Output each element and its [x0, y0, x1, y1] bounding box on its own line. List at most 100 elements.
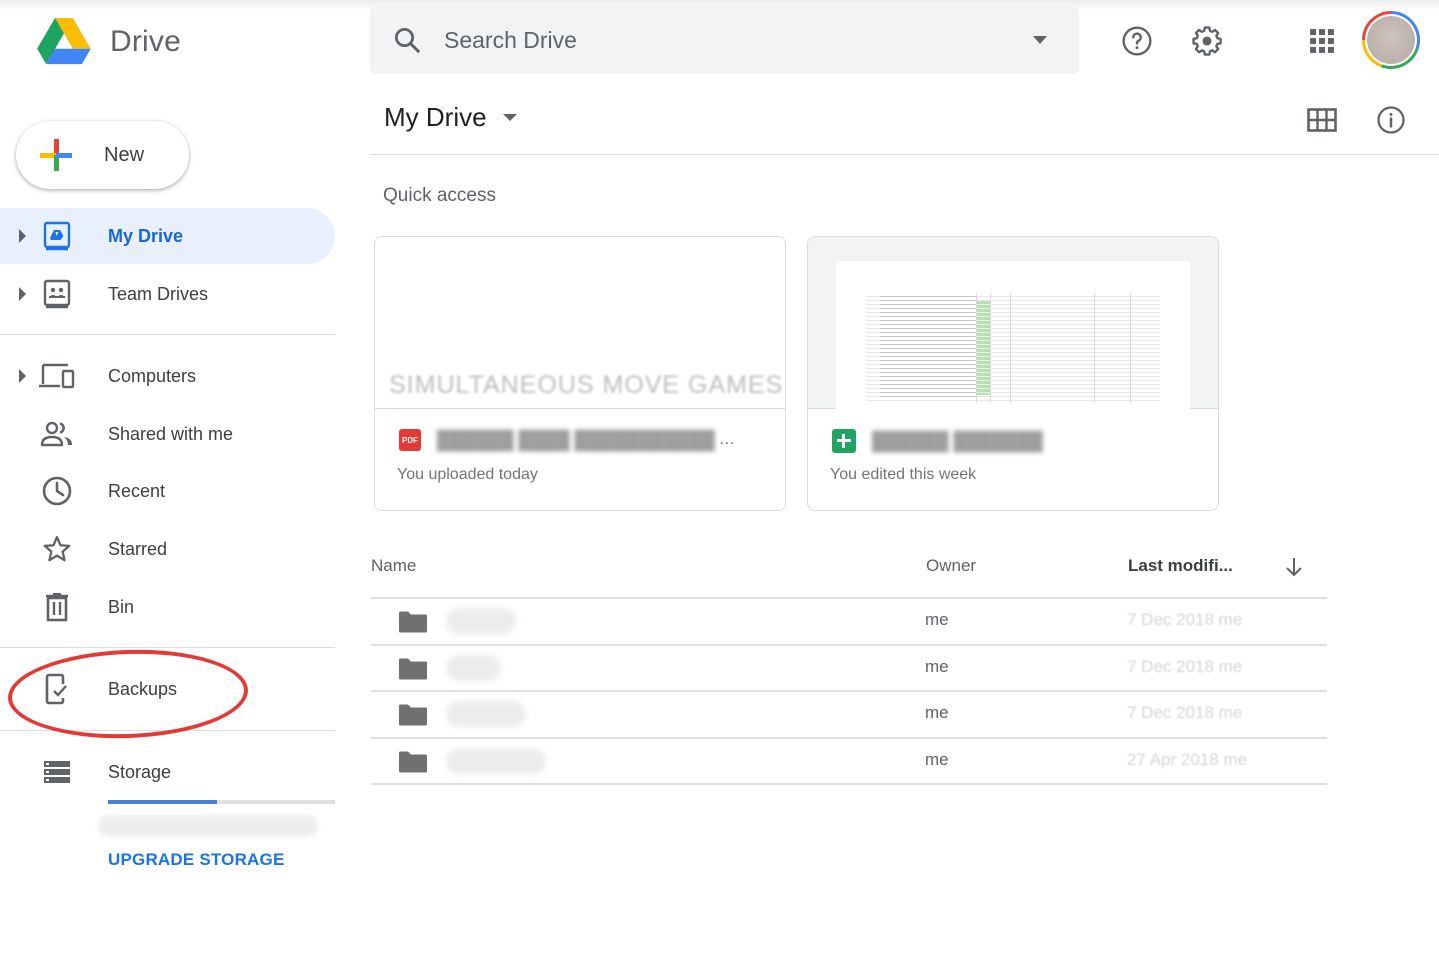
folder-icon: [399, 751, 427, 772]
file-owner: me: [925, 656, 949, 676]
file-row[interactable]: me 7 Dec 2018 me: [371, 691, 1327, 735]
file-row[interactable]: me 7 Dec 2018 me: [371, 598, 1327, 642]
expand-arrow-icon[interactable]: [19, 229, 26, 243]
my-drive-icon: [38, 217, 76, 255]
drive-logo-icon: [37, 18, 91, 65]
file-owner: me: [925, 610, 949, 629]
expand-arrow-icon[interactable]: [19, 369, 26, 383]
search-options-dropdown-icon[interactable]: [1033, 36, 1047, 44]
storage-icon: [38, 753, 76, 791]
search-icon[interactable]: [392, 25, 422, 55]
file-name-redacted: [446, 608, 516, 634]
file-owner: me: [925, 703, 949, 722]
computers-icon: [38, 357, 76, 395]
folder-icon: [399, 658, 427, 679]
sidebar-item-my-drive[interactable]: My Drive: [0, 208, 335, 264]
sidebar-item-computers[interactable]: Computers: [0, 348, 335, 404]
apps-button[interactable]: [1305, 25, 1339, 57]
upgrade-storage-link[interactable]: UPGRADE STORAGE: [108, 850, 285, 870]
pdf-file-icon: PDF: [399, 429, 421, 451]
app-name: Drive: [110, 25, 182, 58]
settings-icon: [1192, 26, 1222, 56]
search-input[interactable]: [444, 26, 1004, 54]
sidebar-item-shared-with-me[interactable]: Shared with me: [0, 406, 335, 462]
clock-icon: [38, 472, 76, 510]
column-header-owner[interactable]: Owner: [926, 556, 976, 576]
shared-people-icon: [38, 415, 76, 453]
file-row[interactable]: me 7 Dec 2018 me: [371, 645, 1327, 689]
file-name-redacted: ██████ ███████: [872, 430, 1043, 451]
settings-button[interactable]: [1187, 21, 1227, 61]
folder-icon: [399, 611, 427, 633]
file-last-modified: 27 Apr 2018 me: [1127, 749, 1248, 769]
quick-access-card[interactable]: SIMULTANEOUS MOVE GAMES PDF ██████ ████ …: [374, 236, 786, 511]
sidebar-item-label: Bin: [108, 596, 135, 617]
storage-usage-text-redacted: [98, 815, 318, 837]
column-header-last-modified[interactable]: Last modifi...: [1128, 556, 1233, 576]
sidebar-item-recent[interactable]: Recent: [0, 463, 335, 519]
team-drives-icon: [38, 275, 76, 313]
grid-view-icon: [1307, 108, 1337, 132]
storage-usage-bar: [108, 800, 335, 804]
drive-logo[interactable]: Drive: [36, 18, 181, 66]
help-icon: [1122, 26, 1152, 56]
file-row[interactable]: me 27 Apr 2018 me: [371, 738, 1327, 782]
details-info-button[interactable]: [1374, 103, 1408, 137]
file-preview-thumbnail: [808, 237, 1218, 409]
card-activity: You uploaded today: [397, 466, 538, 483]
sidebar-item-storage[interactable]: Storage: [0, 744, 335, 800]
avatar-photo: [1367, 16, 1415, 64]
sidebar-divider: [0, 730, 335, 731]
chevron-down-icon: [502, 114, 517, 121]
sidebar-item-label: Team Drives: [108, 283, 209, 304]
trash-icon: [38, 588, 76, 626]
file-name-redacted: [446, 654, 501, 681]
avatar-ring: [1365, 14, 1417, 66]
sidebar-divider: [0, 334, 335, 335]
plus-icon: [40, 139, 72, 171]
sidebar-item-label: My Drive: [108, 225, 184, 246]
file-owner: me: [925, 749, 949, 769]
file-preview-thumbnail: SIMULTANEOUS MOVE GAMES: [375, 237, 785, 409]
file-name-redacted: [446, 701, 526, 727]
expand-arrow-icon[interactable]: [19, 287, 26, 301]
quick-access-card[interactable]: ██████ ███████ You edited this week: [807, 236, 1219, 511]
account-avatar[interactable]: [1362, 11, 1420, 69]
truncation-ellipsis: …: [718, 431, 735, 448]
sidebar-item-bin[interactable]: Bin: [0, 579, 335, 635]
row-divider: [371, 783, 1327, 785]
new-button-label: New: [104, 143, 145, 166]
sort-descending-arrow-icon[interactable]: [1284, 556, 1304, 578]
sidebar-item-backups[interactable]: Backups: [0, 661, 335, 717]
storage-usage-fill: [108, 800, 217, 804]
page-title: My Drive: [384, 102, 487, 132]
card-activity: You edited this week: [830, 466, 977, 483]
backup-device-icon: [38, 670, 76, 708]
sheets-file-icon: [832, 429, 856, 453]
my-drive-title-dropdown[interactable]: My Drive: [384, 102, 517, 133]
sidebar-item-label: Computers: [108, 365, 197, 386]
quick-access-title: Quick access: [383, 185, 496, 206]
search-bar[interactable]: [370, 6, 1079, 74]
help-button[interactable]: [1118, 22, 1156, 60]
sidebar-divider: [0, 647, 335, 648]
sidebar-item-team-drives[interactable]: Team Drives: [0, 266, 335, 322]
sidebar-item-label: Recent: [108, 480, 166, 501]
file-last-modified: 7 Dec 2018 me: [1127, 610, 1243, 629]
column-header-name[interactable]: Name: [371, 556, 416, 576]
file-last-modified: 7 Dec 2018 me: [1127, 703, 1243, 722]
sidebar-item-label: Shared with me: [108, 423, 234, 444]
sidebar-item-label: Starred: [108, 538, 168, 559]
header-divider: [370, 154, 1439, 155]
file-name-redacted: [446, 747, 546, 774]
grid-view-button[interactable]: [1304, 104, 1340, 136]
new-button[interactable]: New: [16, 121, 189, 189]
file-name-redacted: ██████ ████ ███████████: [437, 429, 715, 450]
sidebar-item-starred[interactable]: Starred: [0, 521, 335, 577]
sidebar-item-label: Backups: [108, 678, 178, 699]
spreadsheet-preview: [836, 261, 1190, 409]
sidebar-item-label: Storage: [108, 761, 172, 782]
folder-icon: [399, 704, 427, 726]
info-icon: [1377, 106, 1405, 134]
preview-text: SIMULTANEOUS MOVE GAMES: [389, 371, 784, 399]
